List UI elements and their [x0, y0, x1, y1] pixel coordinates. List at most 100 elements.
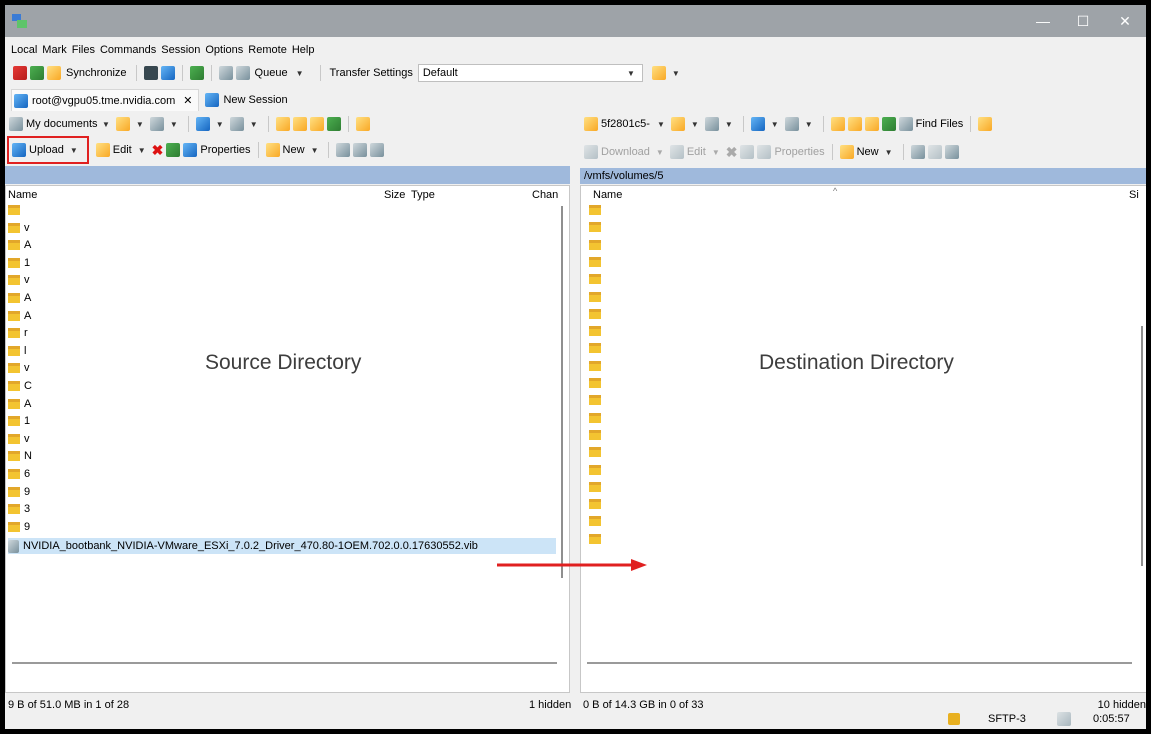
filter-icon[interactable] — [149, 117, 164, 131]
list-item[interactable] — [589, 427, 601, 443]
forward-icon[interactable] — [784, 117, 799, 131]
new-button[interactable]: New — [857, 146, 879, 158]
list-item[interactable] — [589, 219, 601, 235]
add-icon[interactable] — [13, 66, 27, 80]
list-item[interactable]: l — [8, 343, 26, 359]
menu-session[interactable]: Session — [161, 44, 200, 56]
menu-commands[interactable]: Commands — [100, 44, 156, 56]
gear-icon[interactable] — [218, 66, 233, 80]
parent-directory-icon[interactable] — [830, 117, 845, 131]
menu-local[interactable]: Local — [11, 44, 37, 56]
filter-files-icon[interactable] — [944, 145, 959, 159]
maximize-button[interactable]: ☐ — [1063, 5, 1103, 37]
list-item[interactable] — [589, 254, 601, 270]
chevron-down-icon[interactable]: ▼ — [170, 120, 178, 129]
list-item[interactable]: A — [8, 396, 31, 412]
home-icon[interactable] — [309, 117, 324, 131]
list-item[interactable] — [589, 306, 601, 322]
compare-icon[interactable] — [30, 66, 44, 80]
tree-icon[interactable] — [978, 117, 993, 131]
column-size[interactable]: Si — [1129, 189, 1139, 201]
parent-directory-row[interactable] — [8, 202, 24, 218]
chevron-down-icon[interactable]: ▼ — [656, 148, 664, 157]
open-folder-icon[interactable] — [115, 117, 130, 131]
find-files-button[interactable]: Find Files — [916, 118, 964, 130]
tab-new-session[interactable]: New Session — [203, 89, 293, 111]
list-item[interactable] — [589, 375, 601, 391]
list-item[interactable] — [589, 358, 601, 374]
selected-file-row[interactable]: NVIDIA_bootbank_NVIDIA-VMware_ESXi_7.0.2… — [8, 538, 556, 554]
right-hidden-count[interactable]: 10 hidden — [1098, 699, 1146, 711]
queue-button[interactable]: Queue — [255, 67, 288, 79]
left-hidden-count[interactable]: 1 hidden — [529, 699, 571, 711]
list-item[interactable]: C — [8, 378, 32, 394]
delete-icon[interactable]: ✖ — [152, 142, 164, 159]
refresh-icon[interactable] — [326, 117, 341, 131]
root-directory-icon[interactable] — [847, 117, 862, 131]
column-type[interactable]: Type — [411, 189, 435, 201]
chevron-down-icon[interactable]: ▼ — [102, 120, 110, 129]
chevron-down-icon[interactable]: ▼ — [712, 148, 720, 157]
open-folder-icon[interactable] — [670, 117, 685, 131]
chevron-down-icon[interactable]: ▼ — [296, 69, 304, 78]
rename-icon[interactable] — [166, 143, 181, 157]
right-vertical-scrollbar[interactable] — [1141, 326, 1143, 566]
delete-icon[interactable]: ✖ — [726, 144, 738, 161]
list-item[interactable]: 1 — [8, 413, 30, 429]
unselect-all-icon[interactable] — [353, 143, 368, 157]
chevron-down-icon[interactable]: ▼ — [691, 120, 699, 129]
list-item[interactable]: 9 — [8, 519, 30, 535]
rename-icon[interactable] — [740, 145, 755, 159]
list-item[interactable] — [589, 340, 601, 356]
menu-help[interactable]: Help — [292, 44, 315, 56]
chevron-down-icon[interactable]: ▼ — [250, 120, 258, 129]
list-item[interactable]: 3 — [8, 501, 30, 517]
sync-browse-icon[interactable] — [189, 66, 204, 80]
close-icon[interactable]: ✕ — [183, 94, 192, 107]
root-directory-icon[interactable] — [292, 117, 307, 131]
column-name[interactable]: Name — [8, 189, 37, 201]
list-item[interactable]: A — [8, 290, 31, 306]
forward-icon[interactable] — [229, 117, 244, 131]
chevron-down-icon[interactable]: ▼ — [771, 120, 779, 129]
list-item[interactable]: v — [8, 360, 30, 376]
close-window-button[interactable]: ✕ — [1105, 5, 1145, 37]
column-size[interactable]: Size — [384, 189, 405, 201]
chevron-down-icon[interactable]: ▼ — [672, 69, 680, 78]
menu-mark[interactable]: Mark — [42, 44, 66, 56]
chevron-down-icon[interactable]: ▼ — [311, 146, 319, 155]
list-item[interactable]: N — [8, 448, 32, 464]
left-file-list[interactable]: Name Size Type Chan vA1vAArlvCA1vN6939 N… — [5, 185, 570, 693]
upload-button[interactable]: Upload ▼ — [7, 136, 89, 164]
list-item[interactable] — [589, 237, 601, 253]
chevron-down-icon[interactable]: ▼ — [136, 120, 144, 129]
left-horizontal-scrollbar[interactable] — [12, 662, 557, 664]
right-file-list[interactable]: Name ^ Si Destination Directory — [580, 185, 1146, 693]
select-all-icon[interactable] — [336, 143, 351, 157]
refresh-icon[interactable] — [881, 117, 896, 131]
properties-button[interactable]: Properties — [774, 146, 824, 158]
minimize-button[interactable]: — — [1023, 5, 1063, 37]
left-path-bar[interactable] — [5, 166, 570, 184]
menu-files[interactable]: Files — [72, 44, 95, 56]
download-button[interactable]: Download — [601, 146, 650, 158]
chevron-down-icon[interactable]: ▼ — [805, 120, 813, 129]
edit-button[interactable]: Edit — [113, 144, 132, 156]
home-icon[interactable] — [864, 117, 879, 131]
column-name[interactable]: Name — [593, 189, 622, 201]
tab-session[interactable]: root@vgpu05.tme.nvidia.com ✕ — [11, 89, 200, 111]
list-item[interactable]: 1 — [8, 255, 30, 271]
list-item[interactable] — [589, 513, 601, 529]
chevron-down-icon[interactable]: ▼ — [725, 120, 733, 129]
console-icon[interactable] — [143, 66, 158, 80]
right-location[interactable]: 5f2801c5- — [601, 118, 651, 130]
menu-options[interactable]: Options — [205, 44, 243, 56]
left-location[interactable]: My documents — [26, 118, 98, 130]
right-horizontal-scrollbar[interactable] — [587, 662, 1132, 664]
back-icon[interactable] — [750, 117, 765, 131]
filter-icon[interactable] — [704, 117, 719, 131]
list-item[interactable] — [589, 462, 601, 478]
filter-files-icon[interactable] — [370, 143, 385, 157]
list-item[interactable] — [589, 392, 601, 408]
list-item[interactable] — [589, 444, 601, 460]
